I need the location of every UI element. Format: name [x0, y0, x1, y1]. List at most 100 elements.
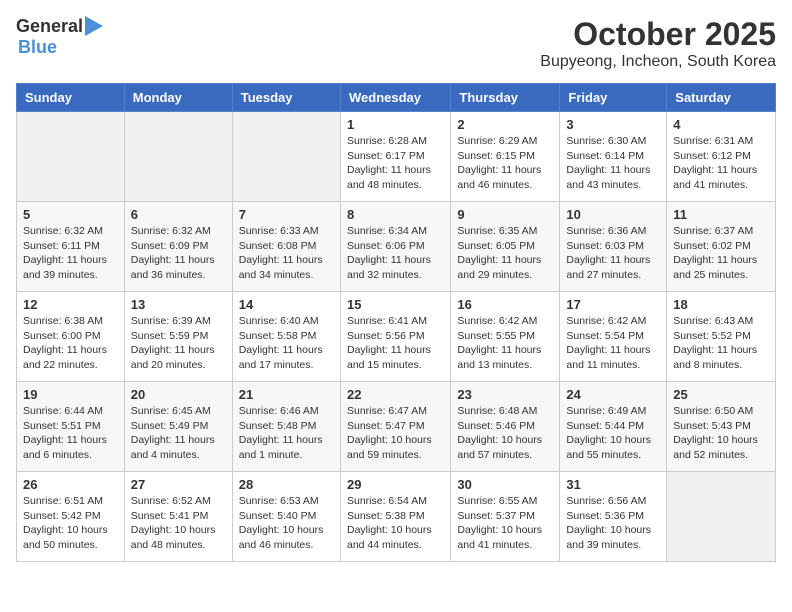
day-info: Sunrise: 6:32 AM Sunset: 6:11 PM Dayligh… — [23, 224, 118, 283]
weekday-header-sunday: Sunday — [17, 84, 125, 112]
day-info: Sunrise: 6:55 AM Sunset: 5:37 PM Dayligh… — [457, 494, 553, 553]
day-info: Sunrise: 6:31 AM Sunset: 6:12 PM Dayligh… — [673, 134, 769, 193]
day-number: 26 — [23, 477, 118, 492]
calendar-cell: 17 Sunrise: 6:42 AM Sunset: 5:54 PM Dayli… — [560, 292, 667, 382]
calendar-cell: 20 Sunrise: 6:45 AM Sunset: 5:49 PM Dayli… — [124, 382, 232, 472]
day-info: Sunrise: 6:41 AM Sunset: 5:56 PM Dayligh… — [347, 314, 444, 373]
calendar-cell: 7Sunrise: 6:33 AM Sunset: 6:08 PM Daylig… — [232, 202, 340, 292]
calendar-cell — [667, 472, 776, 562]
calendar-cell: 13 Sunrise: 6:39 AM Sunset: 5:59 PM Dayli… — [124, 292, 232, 382]
calendar-cell: 11Sunrise: 6:37 AM Sunset: 6:02 PM Dayli… — [667, 202, 776, 292]
day-number: 8 — [347, 207, 444, 222]
page-header: General Blue October 2025 Bupyeong, Inch… — [16, 16, 776, 71]
calendar-week-row: 5Sunrise: 6:32 AM Sunset: 6:11 PM Daylig… — [17, 202, 776, 292]
day-info: Sunrise: 6:34 AM Sunset: 6:06 PM Dayligh… — [347, 224, 444, 283]
day-number: 25 — [673, 387, 769, 402]
day-info: Sunrise: 6:56 AM Sunset: 5:36 PM Dayligh… — [566, 494, 660, 553]
logo-blue-text: Blue — [18, 37, 57, 58]
calendar-cell: 24Sunrise: 6:49 AM Sunset: 5:44 PM Dayli… — [560, 382, 667, 472]
location-title: Bupyeong, Incheon, South Korea — [540, 53, 776, 71]
calendar-cell: 1Sunrise: 6:28 AM Sunset: 6:17 PM Daylig… — [340, 112, 450, 202]
day-info: Sunrise: 6:39 AM Sunset: 5:59 PM Dayligh… — [131, 314, 226, 373]
day-number: 2 — [457, 117, 553, 132]
calendar-week-row: 19 Sunrise: 6:44 AM Sunset: 5:51 PM Dayli… — [17, 382, 776, 472]
day-info: Sunrise: 6:53 AM Sunset: 5:40 PM Dayligh… — [239, 494, 334, 553]
day-info: Sunrise: 6:35 AM Sunset: 6:05 PM Dayligh… — [457, 224, 553, 283]
month-title: October 2025 — [540, 16, 776, 53]
day-number: 22 — [347, 387, 444, 402]
calendar-cell: 16 Sunrise: 6:42 AM Sunset: 5:55 PM Dayli… — [451, 292, 560, 382]
day-number: 4 — [673, 117, 769, 132]
day-info: Sunrise: 6:29 AM Sunset: 6:15 PM Dayligh… — [457, 134, 553, 193]
day-info: Sunrise: 6:38 AM Sunset: 6:00 PM Dayligh… — [23, 314, 118, 373]
calendar-cell: 4 Sunrise: 6:31 AM Sunset: 6:12 PM Daylig… — [667, 112, 776, 202]
day-number: 20 — [131, 387, 226, 402]
calendar-cell: 9 Sunrise: 6:35 AM Sunset: 6:05 PM Daylig… — [451, 202, 560, 292]
day-number: 19 — [23, 387, 118, 402]
weekday-header-tuesday: Tuesday — [232, 84, 340, 112]
calendar-cell: 31 Sunrise: 6:56 AM Sunset: 5:36 PM Dayli… — [560, 472, 667, 562]
day-number: 12 — [23, 297, 118, 312]
calendar-cell: 14Sunrise: 6:40 AM Sunset: 5:58 PM Dayli… — [232, 292, 340, 382]
day-number: 31 — [566, 477, 660, 492]
calendar-cell: 28 Sunrise: 6:53 AM Sunset: 5:40 PM Dayli… — [232, 472, 340, 562]
day-info: Sunrise: 6:42 AM Sunset: 5:55 PM Dayligh… — [457, 314, 553, 373]
day-number: 18 — [673, 297, 769, 312]
day-number: 16 — [457, 297, 553, 312]
day-number: 6 — [131, 207, 226, 222]
title-section: October 2025 Bupyeong, Incheon, South Ko… — [540, 16, 776, 71]
day-number: 10 — [566, 207, 660, 222]
calendar-week-row: 12 Sunrise: 6:38 AM Sunset: 6:00 PM Dayli… — [17, 292, 776, 382]
day-info: Sunrise: 6:37 AM Sunset: 6:02 PM Dayligh… — [673, 224, 769, 283]
weekday-header-saturday: Saturday — [667, 84, 776, 112]
day-info: Sunrise: 6:42 AM Sunset: 5:54 PM Dayligh… — [566, 314, 660, 373]
day-info: Sunrise: 6:48 AM Sunset: 5:46 PM Dayligh… — [457, 404, 553, 463]
day-number: 3 — [566, 117, 660, 132]
calendar-cell: 3Sunrise: 6:30 AM Sunset: 6:14 PM Daylig… — [560, 112, 667, 202]
day-info: Sunrise: 6:36 AM Sunset: 6:03 PM Dayligh… — [566, 224, 660, 283]
calendar-cell — [124, 112, 232, 202]
weekday-header-row: SundayMondayTuesdayWednesdayThursdayFrid… — [17, 84, 776, 112]
logo: General Blue — [16, 16, 103, 58]
calendar-cell — [17, 112, 125, 202]
day-info: Sunrise: 6:28 AM Sunset: 6:17 PM Dayligh… — [347, 134, 444, 193]
day-info: Sunrise: 6:49 AM Sunset: 5:44 PM Dayligh… — [566, 404, 660, 463]
calendar-cell: 2 Sunrise: 6:29 AM Sunset: 6:15 PM Daylig… — [451, 112, 560, 202]
day-number: 29 — [347, 477, 444, 492]
day-info: Sunrise: 6:46 AM Sunset: 5:48 PM Dayligh… — [239, 404, 334, 463]
calendar-cell: 19 Sunrise: 6:44 AM Sunset: 5:51 PM Dayli… — [17, 382, 125, 472]
day-number: 28 — [239, 477, 334, 492]
calendar-cell: 30 Sunrise: 6:55 AM Sunset: 5:37 PM Dayli… — [451, 472, 560, 562]
calendar-cell: 12 Sunrise: 6:38 AM Sunset: 6:00 PM Dayli… — [17, 292, 125, 382]
calendar-cell: 25Sunrise: 6:50 AM Sunset: 5:43 PM Dayli… — [667, 382, 776, 472]
day-number: 23 — [457, 387, 553, 402]
day-info: Sunrise: 6:43 AM Sunset: 5:52 PM Dayligh… — [673, 314, 769, 373]
weekday-header-friday: Friday — [560, 84, 667, 112]
day-info: Sunrise: 6:47 AM Sunset: 5:47 PM Dayligh… — [347, 404, 444, 463]
weekday-header-thursday: Thursday — [451, 84, 560, 112]
day-number: 17 — [566, 297, 660, 312]
logo-general-text: General — [16, 16, 83, 37]
calendar-cell: 21 Sunrise: 6:46 AM Sunset: 5:48 PM Dayli… — [232, 382, 340, 472]
calendar-week-row: 1Sunrise: 6:28 AM Sunset: 6:17 PM Daylig… — [17, 112, 776, 202]
calendar-cell: 10 Sunrise: 6:36 AM Sunset: 6:03 PM Dayli… — [560, 202, 667, 292]
day-info: Sunrise: 6:32 AM Sunset: 6:09 PM Dayligh… — [131, 224, 226, 283]
calendar-cell: 18 Sunrise: 6:43 AM Sunset: 5:52 PM Dayli… — [667, 292, 776, 382]
calendar-cell: 5Sunrise: 6:32 AM Sunset: 6:11 PM Daylig… — [17, 202, 125, 292]
calendar-week-row: 26 Sunrise: 6:51 AM Sunset: 5:42 PM Dayli… — [17, 472, 776, 562]
day-info: Sunrise: 6:51 AM Sunset: 5:42 PM Dayligh… — [23, 494, 118, 553]
day-number: 30 — [457, 477, 553, 492]
calendar-cell: 27Sunrise: 6:52 AM Sunset: 5:41 PM Dayli… — [124, 472, 232, 562]
day-number: 9 — [457, 207, 553, 222]
day-number: 21 — [239, 387, 334, 402]
day-number: 27 — [131, 477, 226, 492]
logo-arrow-icon — [85, 16, 103, 36]
day-info: Sunrise: 6:40 AM Sunset: 5:58 PM Dayligh… — [239, 314, 334, 373]
day-number: 13 — [131, 297, 226, 312]
calendar-table: SundayMondayTuesdayWednesdayThursdayFrid… — [16, 83, 776, 562]
calendar-cell: 15Sunrise: 6:41 AM Sunset: 5:56 PM Dayli… — [340, 292, 450, 382]
day-info: Sunrise: 6:44 AM Sunset: 5:51 PM Dayligh… — [23, 404, 118, 463]
day-info: Sunrise: 6:45 AM Sunset: 5:49 PM Dayligh… — [131, 404, 226, 463]
calendar-cell: 8 Sunrise: 6:34 AM Sunset: 6:06 PM Daylig… — [340, 202, 450, 292]
calendar-cell — [232, 112, 340, 202]
